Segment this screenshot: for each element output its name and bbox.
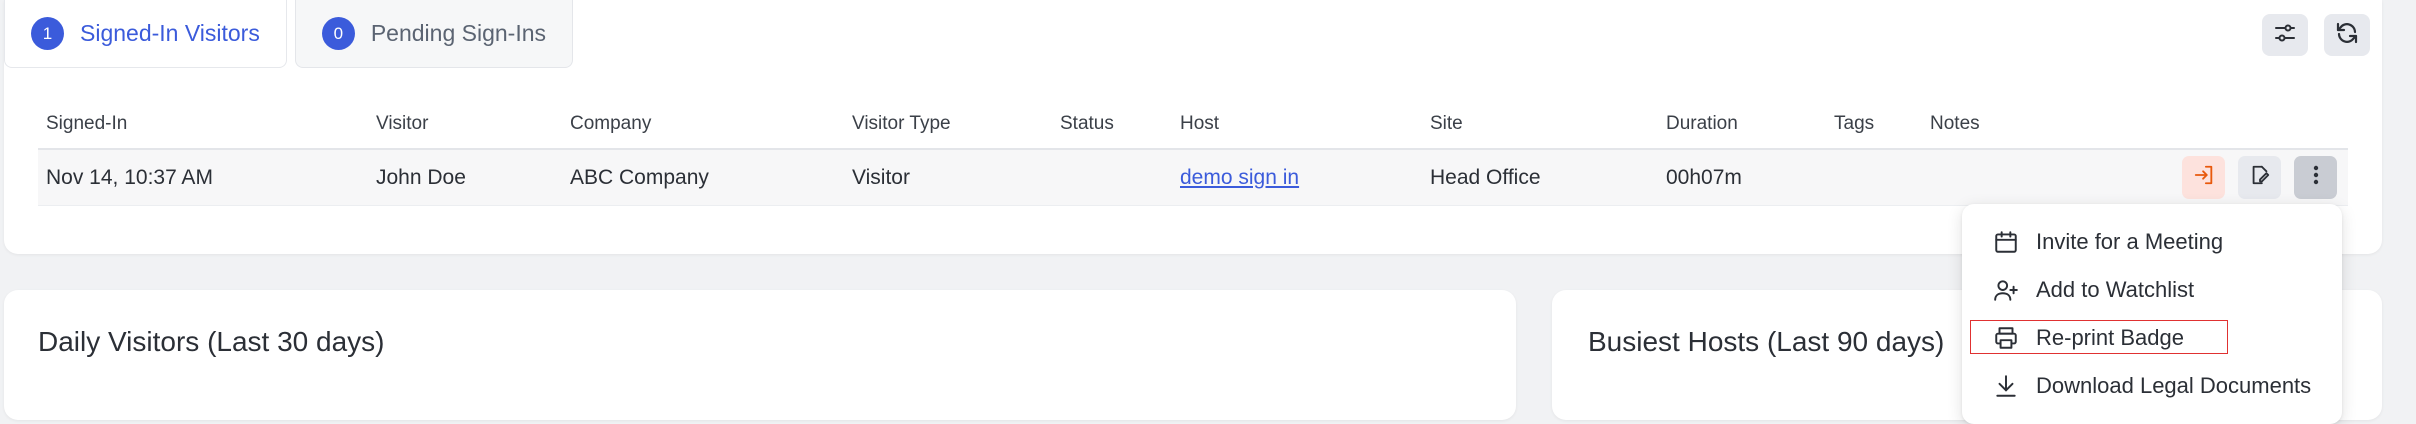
cell-visitor-type: Visitor xyxy=(852,165,910,189)
cell-company: ABC Company xyxy=(570,165,709,189)
user-plus-icon xyxy=(1992,276,2020,304)
sign-out-icon xyxy=(2193,164,2215,192)
cell-host-link[interactable]: demo sign in xyxy=(1180,166,1299,190)
menu-item-add-watchlist[interactable]: Add to Watchlist xyxy=(1962,266,2342,314)
filter-button[interactable] xyxy=(2262,14,2308,56)
refresh-icon xyxy=(2335,21,2359,50)
edit-icon xyxy=(2249,164,2271,192)
printer-icon xyxy=(1992,324,2020,352)
calendar-icon xyxy=(1992,228,2020,256)
more-vertical-icon xyxy=(2306,164,2326,192)
col-site[interactable]: Site xyxy=(1430,113,1463,135)
col-company[interactable]: Company xyxy=(570,113,651,135)
cell-duration: 00h07m xyxy=(1666,165,1742,189)
col-duration[interactable]: Duration xyxy=(1666,113,1738,135)
more-actions-button[interactable] xyxy=(2294,156,2337,199)
card-title: Daily Visitors (Last 30 days) xyxy=(38,326,385,357)
row-actions-menu: Invite for a Meeting Add to Watchlist Re… xyxy=(1962,204,2342,424)
card-title: Busiest Hosts (Last 90 days) xyxy=(1588,326,1945,357)
tab-count-badge: 0 xyxy=(321,17,355,50)
cell-site: Head Office xyxy=(1430,165,1541,189)
menu-item-reprint-badge[interactable]: Re-print Badge xyxy=(1962,314,2342,362)
table-header: Signed-In Visitor Company Visitor Type S… xyxy=(38,100,2348,150)
menu-item-invite-meeting[interactable]: Invite for a Meeting xyxy=(1962,218,2342,266)
col-visitor[interactable]: Visitor xyxy=(376,113,428,135)
tab-signed-in-visitors[interactable]: 1 Signed-In Visitors xyxy=(4,0,287,68)
col-notes[interactable]: Notes xyxy=(1930,113,1980,135)
tab-label: Pending Sign-Ins xyxy=(370,20,547,46)
visitor-tabs: 1 Signed-In Visitors 0 Pending Sign-Ins xyxy=(4,0,581,70)
menu-item-label: Add to Watchlist xyxy=(2036,277,2195,302)
col-signed-in[interactable]: Signed-In xyxy=(46,113,127,135)
sign-out-button[interactable] xyxy=(2182,156,2225,199)
menu-item-label: Invite for a Meeting xyxy=(2036,229,2224,254)
col-host[interactable]: Host xyxy=(1180,113,1219,135)
tab-label: Signed-In Visitors xyxy=(80,20,260,46)
download-icon xyxy=(1992,372,2020,400)
col-status[interactable]: Status xyxy=(1060,113,1114,135)
tab-pending-sign-ins[interactable]: 0 Pending Sign-Ins xyxy=(294,0,574,68)
visitors-table: Signed-In Visitor Company Visitor Type S… xyxy=(38,100,2348,206)
col-visitor-type[interactable]: Visitor Type xyxy=(852,113,951,135)
menu-item-label: Download Legal Documents xyxy=(2036,373,2312,398)
tab-count-badge: 1 xyxy=(31,17,64,50)
refresh-button[interactable] xyxy=(2324,14,2370,56)
daily-visitors-card: Daily Visitors (Last 30 days) xyxy=(4,290,1516,420)
sliders-icon xyxy=(2274,23,2296,48)
menu-item-label: Re-print Badge xyxy=(2036,325,2184,350)
cell-signed-in: Nov 14, 10:37 AM xyxy=(46,165,213,189)
edit-button[interactable] xyxy=(2238,156,2281,199)
table-row[interactable]: Nov 14, 10:37 AM John Doe ABC Company Vi… xyxy=(38,150,2348,206)
cell-visitor: John Doe xyxy=(376,165,466,189)
menu-item-download-legal[interactable]: Download Legal Documents xyxy=(1962,362,2342,410)
col-tags[interactable]: Tags xyxy=(1834,113,1874,135)
